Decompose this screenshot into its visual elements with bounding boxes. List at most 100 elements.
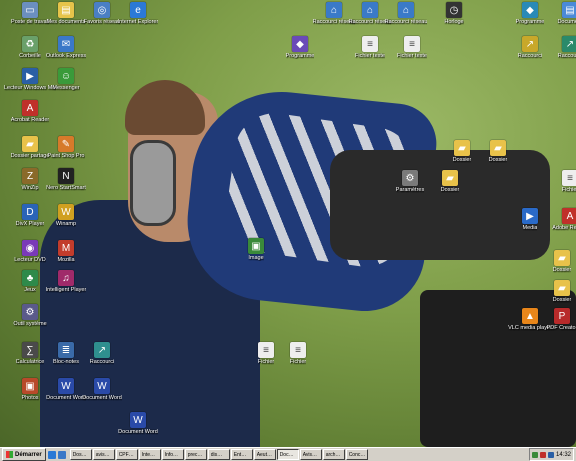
desktop-icon-label: Outil système (13, 321, 47, 327)
taskbar-task-button[interactable]: Avis… (299, 449, 322, 460)
desktop-icon[interactable]: ▰ Dossier (472, 140, 524, 163)
desktop-icon[interactable]: ◷ Horloge (428, 2, 480, 25)
desktop-icon[interactable]: W Document Word (112, 412, 164, 435)
desktop-icon[interactable]: ▰ Dossier (536, 280, 576, 303)
desktop-icon[interactable]: M Mozilla (40, 240, 92, 263)
taskbar-task-button[interactable]: CPF… (115, 449, 138, 460)
antivirus-icon[interactable] (539, 451, 546, 458)
desktop-icon-label: PDF Creator (546, 325, 576, 331)
taskbar: Démarrer Dos… avis… CPF… Inte… Info… prec… dis… (0, 447, 576, 461)
desktop-icon-glyph-icon: W (58, 378, 74, 394)
desktop-icon-glyph-icon: W (94, 378, 110, 394)
taskbar-task-button[interactable]: Aeut… (253, 449, 276, 460)
system-tray: 14:32 (528, 448, 574, 461)
desktop-icon-label: Raccourci (557, 53, 576, 59)
desktop-icon-label: Dossier (488, 157, 508, 163)
desktop-icon[interactable]: ≡Fichier (544, 170, 576, 193)
desktop-icon-label: Internet Explorer (117, 19, 159, 25)
desktop-icon[interactable]: ↗Raccourci (76, 342, 128, 365)
desktop-icon-label: Dossier (452, 157, 472, 163)
volume-icon[interactable] (547, 451, 554, 458)
desktop-icon-glyph-icon: ▰ (22, 136, 38, 152)
desktop-icon[interactable]: A Acrobat Reader (4, 100, 56, 123)
desktop-icon-glyph-icon: ▰ (490, 140, 506, 156)
desktop-icon[interactable]: ✉ Outlook Express (40, 36, 92, 59)
desktop-icon[interactable]: W Winamp (40, 204, 92, 227)
desktop-icon-label: Image (248, 255, 264, 261)
desktop-icon-label: Fichier texte (355, 53, 385, 59)
desktop: ▭ Poste de travail ▤ Mes documents ◎ Favoris … (0, 0, 576, 447)
taskbar-task-button[interactable]: arch… (322, 449, 345, 460)
desktop-icon[interactable]: ▣ Image (230, 238, 282, 261)
desktop-icon-label: Horloge (444, 19, 464, 25)
desktop-icon-glyph-icon: ▣ (248, 238, 264, 254)
taskbar-task-button[interactable]: dis… (207, 449, 230, 460)
desktop-icon-label: Jeux (24, 287, 36, 293)
desktop-icon[interactable]: ♫ Intelligent Player (40, 270, 92, 293)
quicklaunch-desktop-icon[interactable] (57, 450, 66, 459)
desktop-icon[interactable]: ≡Fichier (272, 342, 324, 365)
desktop-icon-glyph-icon: ↗ (562, 36, 576, 52)
desktop-icon-label: Raccourci (89, 359, 115, 365)
taskbar-task-button[interactable]: Dos… (69, 449, 92, 460)
task-list: Dos… avis… CPF… Inte… Info… prec… dis… Ent… Aeut… (69, 449, 368, 460)
taskbar-task-button[interactable]: avis… (92, 449, 115, 460)
desktop-icon[interactable]: ◆ Programme (274, 36, 326, 59)
desktop-icon-label: Raccourci réseau (384, 19, 428, 25)
desktop-icon[interactable]: P PDF Creator (536, 308, 576, 331)
desktop-icon-glyph-icon: ≡ (362, 36, 378, 52)
desktop-icon-label: Programme (285, 53, 315, 59)
desktop-icon[interactable]: ▤Document (544, 2, 576, 25)
desktop-icon[interactable]: ↗Raccourci (544, 36, 576, 59)
desktop-icon[interactable]: AAdobe Reader (544, 208, 576, 231)
taskbar-task-button[interactable]: Conc… (345, 449, 368, 460)
desktop-icon-glyph-icon: ⌂ (362, 2, 378, 18)
desktop-icon-label: Winamp (55, 221, 77, 227)
desktop-icon[interactable]: ✎ Paint Shop Pro (40, 136, 92, 159)
clock[interactable]: 14:32 (556, 452, 571, 458)
desktop-icon-glyph-icon: ▶ (22, 68, 38, 84)
desktop-icon-glyph-icon: M (58, 240, 74, 256)
taskbar-task-button[interactable]: Info… (161, 449, 184, 460)
desktop-icon[interactable]: ⚙ Outil système (4, 304, 56, 327)
network-icon[interactable] (531, 451, 538, 458)
desktop-icon[interactable]: ☺ Messenger (40, 68, 92, 91)
desktop-icon-glyph-icon: ∑ (22, 342, 38, 358)
desktop-icon[interactable]: ⌂ Raccourci réseau (380, 2, 432, 25)
desktop-icon-glyph-icon: ♣ (22, 270, 38, 286)
desktop-icon-glyph-icon: P (554, 308, 570, 324)
taskbar-task-button[interactable]: prec… (184, 449, 207, 460)
desktop-icon-glyph-icon: ▰ (554, 250, 570, 266)
wallpaper-camera-lens (330, 150, 550, 260)
desktop-icon-label: Dossier (552, 267, 572, 273)
desktop-icon-glyph-icon: ♫ (58, 270, 74, 286)
desktop-icon[interactable]: e Internet Explorer (112, 2, 164, 25)
desktop-icon-glyph-icon: ☺ (58, 68, 74, 84)
desktop-icon[interactable]: ▰ Dossier (536, 250, 576, 273)
desktop-icon-glyph-icon: ≡ (404, 36, 420, 52)
taskbar-task-button[interactable]: Doc… (276, 449, 299, 460)
desktop-icon-glyph-icon: ≡ (562, 170, 576, 186)
desktop-icon-label: Fichier (561, 187, 576, 193)
desktop-icon-glyph-icon: ▰ (442, 170, 458, 186)
wallpaper-headphones (130, 140, 176, 226)
desktop-icon-label: Document Word (118, 429, 158, 435)
desktop-icon[interactable]: ≡ Fichier texte (386, 36, 438, 59)
desktop-icon-label: Messenger (52, 85, 80, 91)
desktop-icon-glyph-icon: ↗ (522, 36, 538, 52)
desktop-icon[interactable]: W Document Word (76, 378, 128, 401)
quicklaunch-ie-icon[interactable] (47, 450, 56, 459)
desktop-icon-glyph-icon: ◆ (522, 2, 538, 18)
desktop-icon-label: Media (522, 225, 538, 231)
desktop-icon[interactable]: N Nero StartSmart (40, 168, 92, 191)
taskbar-task-button[interactable]: Ent… (230, 449, 253, 460)
taskbar-task-button[interactable]: Inte… (138, 449, 161, 460)
windows-logo-icon (6, 451, 13, 458)
desktop-icon-glyph-icon: ↗ (94, 342, 110, 358)
desktop-icon-glyph-icon: ▰ (554, 280, 570, 296)
desktop-icon-label: Fichier (289, 359, 307, 365)
start-button[interactable]: Démarrer (2, 448, 46, 461)
desktop-icon-glyph-icon: e (130, 2, 146, 18)
desktop-icon-label: Dossier (552, 297, 572, 303)
desktop-icon[interactable]: ▰ Dossier (424, 170, 476, 193)
